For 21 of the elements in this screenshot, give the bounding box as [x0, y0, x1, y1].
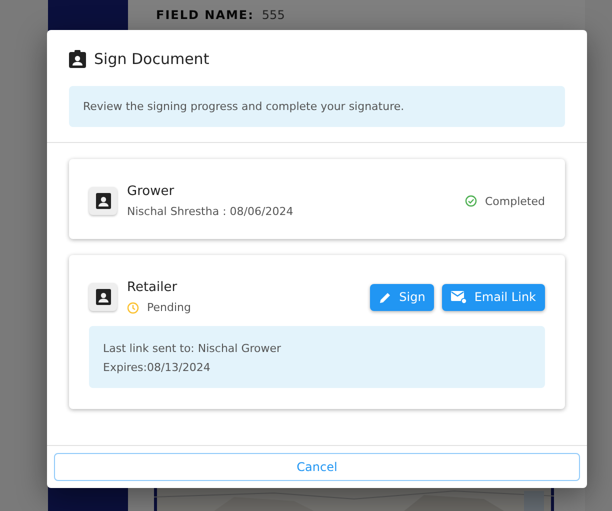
badge-icon: [96, 193, 110, 209]
clipboard-person-icon: [69, 50, 86, 68]
status-label: Pending: [147, 301, 191, 314]
note-line: Expires:08/13/2024: [103, 361, 212, 374]
pencil-icon: [379, 290, 392, 304]
field-value: 555: [262, 8, 285, 22]
signer-role: Grower: [127, 184, 176, 199]
badge-icon: [96, 289, 110, 305]
status-label: Completed: [485, 194, 545, 208]
field-label: FIELD NAME:: [156, 8, 254, 22]
dialog-title: Sign Document: [94, 50, 210, 68]
cancel-button[interactable]: Cancel: [54, 453, 580, 481]
signer-role: Retailer: [127, 280, 178, 295]
envelope-icon: [451, 290, 468, 304]
check-circle-icon: [465, 195, 477, 207]
sign-button[interactable]: Sign: [370, 284, 434, 310]
signer-detail: Nischal Shrestha : 08/06/2024: [127, 205, 294, 218]
email-link-button[interactable]: Email Link: [442, 284, 545, 310]
clock-icon: [127, 302, 139, 314]
note-line: Last link sent to: Nischal Grower: [103, 342, 282, 355]
info-message: Review the signing progress and complete your signature.: [69, 86, 565, 127]
